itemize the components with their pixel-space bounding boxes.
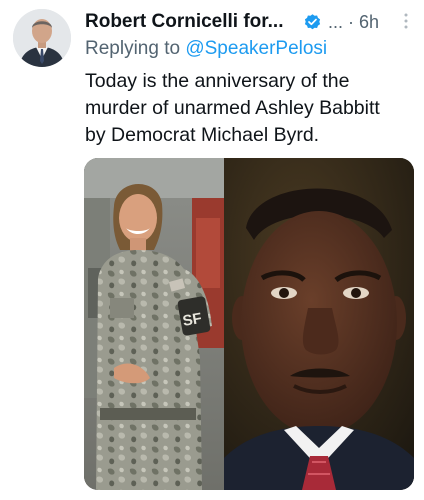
verified-badge-icon bbox=[303, 13, 322, 32]
tweet-text-line: Today is the anniversary of the bbox=[85, 70, 350, 92]
tweet-media[interactable]: SF bbox=[84, 158, 414, 490]
timestamp[interactable]: ... · 6h bbox=[328, 9, 379, 35]
tweet-text-line: murder of unarmed Ashley Babbitt bbox=[85, 97, 380, 119]
tweet-text-line: by Democrat Michael Byrd. bbox=[85, 124, 320, 146]
reply-prefix: Replying to bbox=[85, 38, 181, 59]
reply-handle-link[interactable]: @SpeakerPelosi bbox=[185, 38, 327, 59]
photo-soldier: SF bbox=[84, 158, 224, 490]
photo-man bbox=[224, 158, 414, 490]
sleeve-patch-text: SF bbox=[181, 310, 203, 330]
media-photo-left[interactable]: SF bbox=[84, 158, 224, 490]
more-options-icon[interactable] bbox=[403, 12, 409, 30]
tweet: Robert Cornicelli for... ... · 6h Replyi… bbox=[0, 0, 424, 500]
avatar[interactable] bbox=[13, 9, 71, 67]
avatar-image bbox=[13, 9, 71, 67]
media-photo-right[interactable] bbox=[224, 158, 414, 490]
author-name[interactable]: Robert Cornicelli for... bbox=[85, 9, 283, 35]
tweet-header: Robert Cornicelli for... ... · 6h bbox=[85, 9, 415, 35]
reply-context: Replying to @SpeakerPelosi bbox=[85, 36, 327, 62]
tweet-text: Today is the anniversary of the murder o… bbox=[85, 68, 405, 149]
